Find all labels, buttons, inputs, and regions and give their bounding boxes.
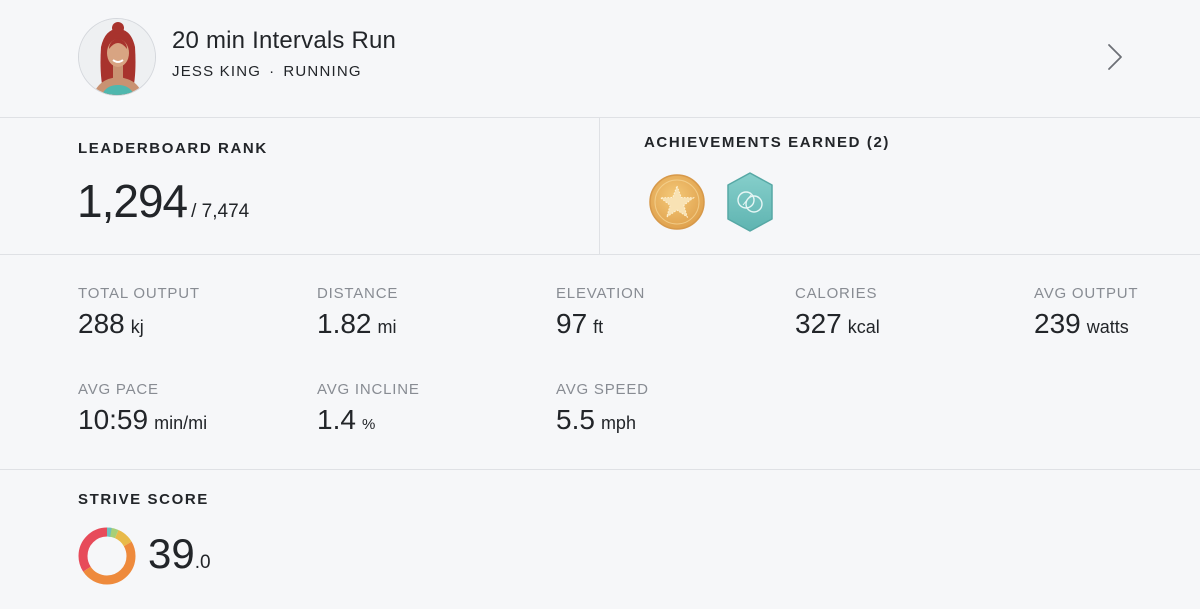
- leaderboard-rank: 1,294/ 7,474: [77, 174, 249, 228]
- metric-value: 10:59: [78, 404, 149, 435]
- metric-label: AVG PACE: [78, 381, 159, 398]
- metric-label: CALORIES: [795, 285, 878, 302]
- meta-separator: ·: [269, 63, 276, 80]
- teal-hexagon-badge-icon[interactable]: [724, 171, 776, 238]
- strive-score-whole: 39: [148, 530, 195, 577]
- vertical-divider: [599, 118, 600, 254]
- rank-achievements-row: LEADERBOARD RANK 1,294/ 7,474 ACHIEVEMEN…: [0, 118, 1200, 255]
- class-title: 20 min Intervals Run: [172, 27, 397, 54]
- metric-unit: %: [361, 416, 376, 433]
- metric-elevation: ELEVATION 97 ft: [556, 285, 645, 340]
- metric-value: 327: [795, 308, 842, 339]
- metric-value: 97: [556, 308, 588, 339]
- class-category: RUNNING: [283, 63, 362, 80]
- metric-value: 1.4: [317, 404, 356, 435]
- metric-value: 239: [1034, 308, 1081, 339]
- metric-label: AVG OUTPUT: [1034, 285, 1139, 302]
- metric-unit: mi: [377, 317, 397, 337]
- metric-unit: min/mi: [154, 413, 208, 433]
- metric-value: 5.5: [556, 404, 595, 435]
- metric-unit: ft: [593, 317, 604, 337]
- chevron-right-icon[interactable]: [1102, 42, 1128, 72]
- metric-distance: DISTANCE 1.82 mi: [317, 285, 398, 340]
- metrics-grid: TOTAL OUTPUT 288 kj DISTANCE 1.82 mi ELEVA…: [0, 255, 1200, 470]
- gold-star-badge-icon[interactable]: [648, 173, 706, 236]
- leaderboard-label: LEADERBOARD RANK: [78, 140, 268, 157]
- strive-score-decimal: .0: [194, 552, 211, 573]
- metric-label: AVG SPEED: [556, 381, 649, 398]
- class-meta: JESS KING · RUNNING: [172, 63, 362, 80]
- metric-avg-pace: AVG PACE 10:59 min/mi: [78, 381, 207, 436]
- metric-unit: mph: [600, 413, 636, 433]
- metric-value: 288: [78, 308, 125, 339]
- strive-score-label: STRIVE SCORE: [78, 491, 209, 508]
- rank-total: / 7,474: [191, 201, 250, 222]
- metric-label: ELEVATION: [556, 285, 646, 302]
- rank-number: 1,294: [77, 175, 188, 227]
- strive-donut-icon: [77, 526, 137, 591]
- class-header[interactable]: 20 min Intervals Run JESS KING · RUNNING: [0, 0, 1200, 118]
- metric-avg-output: AVG OUTPUT 239 watts: [1034, 285, 1138, 340]
- metric-label: DISTANCE: [317, 285, 399, 302]
- achievements-label: ACHIEVEMENTS EARNED (2): [644, 134, 890, 151]
- metric-unit: kj: [130, 317, 144, 337]
- workout-summary: 20 min Intervals Run JESS KING · RUNNING L…: [0, 0, 1200, 609]
- metric-unit: kcal: [847, 317, 880, 337]
- metric-calories: CALORIES 327 kcal: [795, 285, 880, 340]
- metric-total-output: TOTAL OUTPUT 288 kj: [78, 285, 200, 340]
- instructor-avatar: [78, 18, 156, 96]
- metric-avg-speed: AVG SPEED 5.5 mph: [556, 381, 649, 436]
- metric-avg-incline: AVG INCLINE 1.4%: [317, 381, 420, 436]
- metric-label: TOTAL OUTPUT: [78, 285, 200, 302]
- metric-value: 1.82: [317, 308, 372, 339]
- instructor-name: JESS KING: [172, 63, 262, 80]
- metric-label: AVG INCLINE: [317, 381, 420, 398]
- metric-unit: watts: [1086, 317, 1129, 337]
- strive-score-value: 39.0: [148, 530, 211, 578]
